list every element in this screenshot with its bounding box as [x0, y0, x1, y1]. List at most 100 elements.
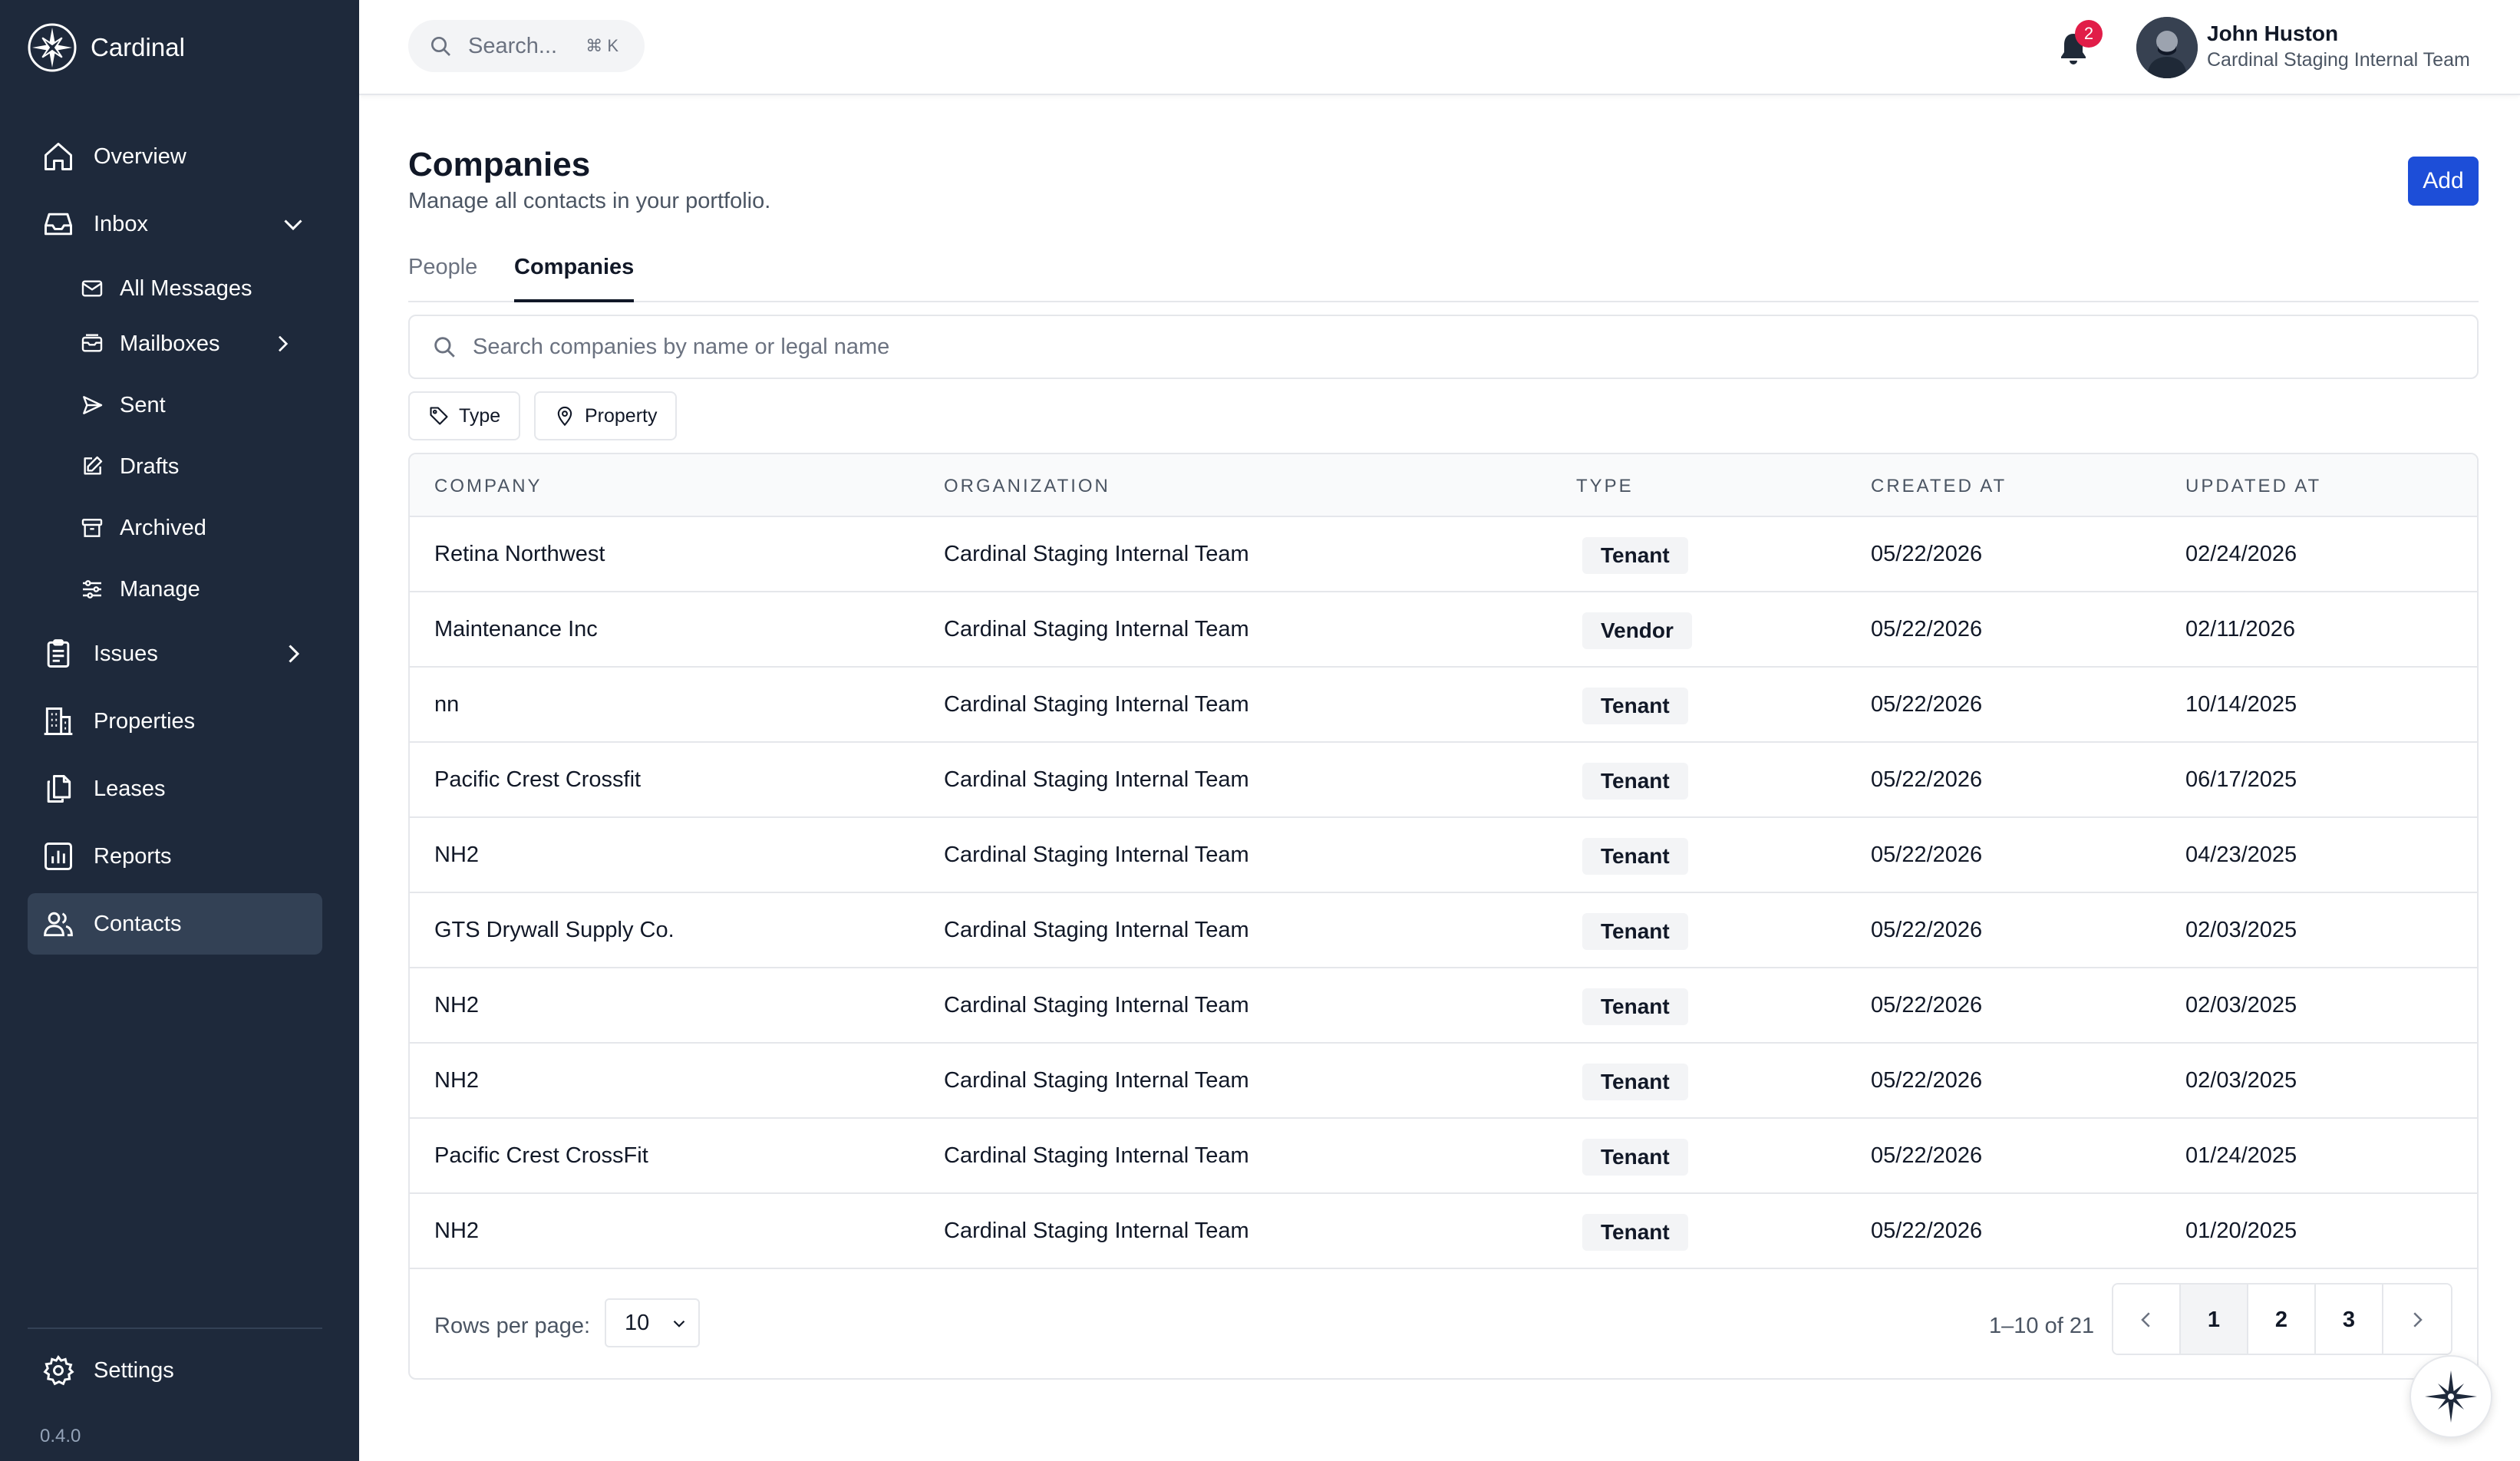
sidebar-item-archived[interactable]: Archived: [80, 505, 310, 551]
table-row[interactable]: GTS Drywall Supply Co. Cardinal Staging …: [410, 893, 2477, 968]
sidebar-divider: [28, 1327, 322, 1329]
company-search: [408, 315, 2479, 379]
column-header-type[interactable]: TYPE: [1576, 476, 1634, 497]
brand[interactable]: Cardinal: [26, 21, 185, 74]
table-row[interactable]: Pacific Crest Crossfit Cardinal Staging …: [410, 743, 2477, 818]
table-row[interactable]: NH2 Cardinal Staging Internal Team Tenan…: [410, 1044, 2477, 1119]
sidebar-item-label: Properties: [94, 708, 196, 734]
sidebar-item-issues[interactable]: Issues: [28, 623, 322, 684]
table-row[interactable]: Maintenance Inc Cardinal Staging Interna…: [410, 592, 2477, 668]
tab-companies[interactable]: Companies: [514, 253, 635, 302]
updated-at-cell: 02/03/2025: [2185, 993, 2297, 1017]
column-header-updated-at[interactable]: UPDATED AT: [2185, 476, 2321, 497]
company-cell[interactable]: Maintenance Inc: [434, 617, 598, 642]
company-cell[interactable]: NH2: [434, 993, 479, 1018]
company-cell[interactable]: Pacific Crest CrossFit: [434, 1143, 648, 1169]
column-header-company[interactable]: COMPANY: [434, 476, 543, 497]
notifications-button[interactable]: 2: [2055, 20, 2103, 69]
table-row[interactable]: nn Cardinal Staging Internal Team Tenant…: [410, 668, 2477, 743]
table-row[interactable]: NH2 Cardinal Staging Internal Team Tenan…: [410, 968, 2477, 1044]
created-at-cell: 05/22/2026: [1871, 767, 1983, 792]
sidebar-item-mailboxes[interactable]: Mailboxes: [80, 321, 310, 367]
rows-per-page-select[interactable]: 10: [605, 1298, 700, 1347]
table-row[interactable]: NH2 Cardinal Staging Internal Team Tenan…: [410, 1194, 2477, 1269]
organization-cell: Cardinal Staging Internal Team: [944, 767, 1249, 792]
rows-per-page-label: Rows per page:: [434, 1314, 591, 1338]
page-button-3[interactable]: 3: [2316, 1285, 2383, 1354]
pagination: 1 2 3: [2112, 1283, 2452, 1355]
updated-at-cell: 06/17/2025: [2185, 767, 2297, 792]
global-search[interactable]: Search... ⌘ K: [408, 20, 645, 72]
column-header-organization[interactable]: ORGANIZATION: [944, 476, 1110, 497]
company-cell[interactable]: Retina Northwest: [434, 542, 605, 567]
page-button-2[interactable]: 2: [2248, 1285, 2316, 1354]
assistant-launcher-button[interactable]: [2410, 1355, 2492, 1438]
sidebar-item-sent[interactable]: Sent: [80, 382, 310, 428]
sidebar-item-label: Contacts: [94, 911, 182, 936]
sidebar-item-inbox[interactable]: Inbox: [28, 193, 322, 255]
bar-chart-icon: [45, 843, 72, 870]
sidebar-item-label: Manage: [120, 576, 200, 602]
created-at-cell: 05/22/2026: [1871, 1068, 1983, 1093]
type-badge: Tenant: [1582, 688, 1688, 724]
chevron-left-icon: [2141, 1312, 2150, 1327]
company-cell[interactable]: NH2: [434, 843, 479, 868]
sidebar-item-reports[interactable]: Reports: [28, 826, 322, 887]
company-cell[interactable]: Pacific Crest Crossfit: [434, 767, 641, 793]
search-icon: [431, 37, 450, 56]
sidebar-item-label: Issues: [94, 641, 158, 666]
next-page-button[interactable]: [2383, 1285, 2451, 1354]
notification-count-badge: 2: [2075, 20, 2103, 48]
type-badge: Tenant: [1582, 838, 1688, 875]
company-search-input[interactable]: [473, 334, 2391, 360]
company-cell[interactable]: NH2: [434, 1068, 479, 1093]
company-cell[interactable]: GTS Drywall Supply Co.: [434, 918, 675, 943]
sidebar-item-leases[interactable]: Leases: [28, 758, 322, 820]
updated-at-cell: 04/23/2025: [2185, 843, 2297, 867]
avatar[interactable]: [2136, 17, 2198, 78]
sidebar-item-settings[interactable]: Settings: [28, 1340, 322, 1401]
search-shortcut: ⌘ K: [585, 36, 618, 55]
type-filter-button[interactable]: Type: [408, 391, 521, 440]
property-filter-button[interactable]: Property: [534, 391, 678, 440]
sidebar-item-label: Archived: [120, 515, 206, 540]
sidebar-item-all-messages[interactable]: All Messages: [80, 265, 310, 312]
home-icon: [45, 143, 72, 170]
chevron-down-icon[interactable]: [279, 210, 307, 238]
clipboard-icon: [47, 639, 70, 668]
sidebar-item-properties[interactable]: Properties: [28, 691, 322, 752]
add-button[interactable]: Add: [2408, 157, 2479, 206]
rows-per-page-value: 10: [625, 1310, 650, 1335]
sidebar-item-label: All Messages: [120, 275, 252, 301]
sidebar-item-contacts[interactable]: Contacts: [28, 893, 322, 955]
sidebar-item-drafts[interactable]: Drafts: [80, 444, 310, 490]
pagination-range: 1–10 of 21: [1989, 1314, 2095, 1338]
gear-icon: [43, 1355, 74, 1386]
paper-plane-icon: [83, 396, 103, 414]
company-cell[interactable]: NH2: [434, 1219, 479, 1244]
company-cell[interactable]: nn: [434, 692, 459, 717]
type-badge: Tenant: [1582, 763, 1688, 800]
brand-name: Cardinal: [91, 33, 185, 61]
page-button-1[interactable]: 1: [2181, 1285, 2248, 1354]
page-subtitle: Manage all contacts in your portfolio.: [408, 189, 771, 213]
chevron-right-icon[interactable]: [279, 640, 307, 668]
archive-box-icon: [81, 519, 103, 537]
sidebar-item-overview[interactable]: Overview: [28, 126, 322, 187]
column-header-created-at[interactable]: CREATED AT: [1871, 476, 2007, 497]
organization-cell: Cardinal Staging Internal Team: [944, 1143, 1249, 1168]
tab-people[interactable]: People: [408, 253, 477, 302]
updated-at-cell: 02/11/2026: [2185, 617, 2295, 641]
type-badge: Tenant: [1582, 537, 1688, 574]
created-at-cell: 05/22/2026: [1871, 617, 1983, 641]
previous-page-button[interactable]: [2113, 1285, 2181, 1354]
sliders-icon: [83, 580, 101, 599]
table-row[interactable]: Pacific Crest CrossFit Cardinal Staging …: [410, 1119, 2477, 1194]
table-row[interactable]: Retina Northwest Cardinal Staging Intern…: [410, 517, 2477, 592]
user-name[interactable]: John Huston: [2207, 21, 2338, 46]
sidebar-item-manage[interactable]: Manage: [80, 566, 310, 612]
chevron-right-icon[interactable]: [270, 331, 295, 356]
property-filter-label: Property: [585, 404, 658, 427]
user-org: Cardinal Staging Internal Team: [2207, 49, 2470, 71]
table-row[interactable]: NH2 Cardinal Staging Internal Team Tenan…: [410, 818, 2477, 893]
